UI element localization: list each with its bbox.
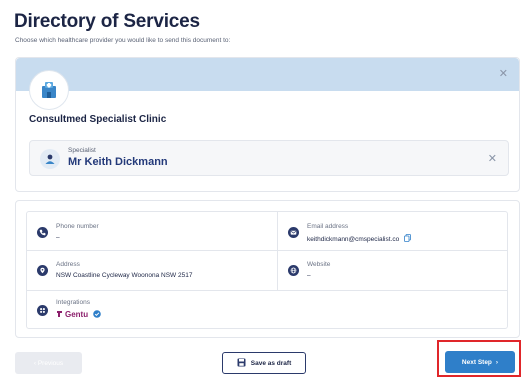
integrations-icon: [37, 305, 48, 316]
chevron-right-icon: ›: [495, 358, 499, 366]
clinic-building-icon: [42, 82, 56, 98]
specialist-avatar-icon: [40, 149, 60, 169]
phone-label: Phone number: [56, 223, 99, 230]
provider-card-banner: [16, 58, 519, 91]
address-value: NSW Coastline Cycleway Woonona NSW 2517: [56, 272, 193, 279]
chevron-left-icon: ‹: [33, 359, 37, 367]
copy-icon[interactable]: [404, 234, 411, 244]
website-value: –: [307, 272, 311, 279]
email-value-row: keithdickmann@cmspecialist.co: [307, 234, 411, 244]
integrations-label: Integrations: [56, 299, 90, 306]
phone-icon: [37, 227, 48, 238]
save-draft-label: Save as draft: [250, 359, 292, 367]
website-label: Website: [307, 261, 331, 268]
email-icon: [288, 227, 299, 238]
grid-divider: [277, 212, 278, 290]
previous-button[interactable]: ‹ Previous: [15, 352, 82, 374]
remove-specialist-icon[interactable]: ✕: [488, 152, 497, 165]
location-pin-icon: [37, 265, 48, 276]
address-label: Address: [56, 261, 80, 268]
page-title: Directory of Services: [14, 11, 200, 32]
next-step-button[interactable]: Next Step ›: [445, 351, 515, 373]
email-label: Email address: [307, 223, 349, 230]
phone-value: –: [56, 234, 60, 241]
close-icon[interactable]: ✕: [499, 67, 508, 80]
save-icon: [237, 358, 246, 369]
specialist-selection: Specialist Mr Keith Dickmann ✕: [29, 140, 509, 176]
integration-name: Gentu: [65, 310, 89, 319]
grid-divider: [27, 250, 507, 251]
specialist-name: Mr Keith Dickmann: [68, 156, 168, 168]
verified-badge-icon: [93, 310, 102, 320]
provider-card: ✕ Consultmed Specialist Clinic Specialis…: [15, 57, 520, 192]
provider-details-panel: Phone number – Email address keithdickma…: [15, 200, 520, 338]
previous-label: Previous: [37, 359, 64, 367]
gentu-logo-icon: [56, 310, 63, 320]
details-grid: Phone number – Email address keithdickma…: [26, 211, 508, 329]
page-subtitle: Choose which healthcare provider you wou…: [15, 37, 231, 44]
next-step-label: Next Step: [461, 358, 492, 366]
specialist-role: Specialist: [68, 147, 96, 154]
grid-divider: [27, 290, 507, 291]
clinic-name: Consultmed Specialist Clinic: [29, 114, 167, 125]
save-as-draft-button[interactable]: Save as draft: [222, 352, 306, 374]
clinic-logo: [29, 70, 69, 110]
integration-row: Gentu: [56, 310, 102, 320]
email-value: keithdickmann@cmspecialist.co: [307, 236, 400, 243]
globe-icon: [288, 265, 299, 276]
